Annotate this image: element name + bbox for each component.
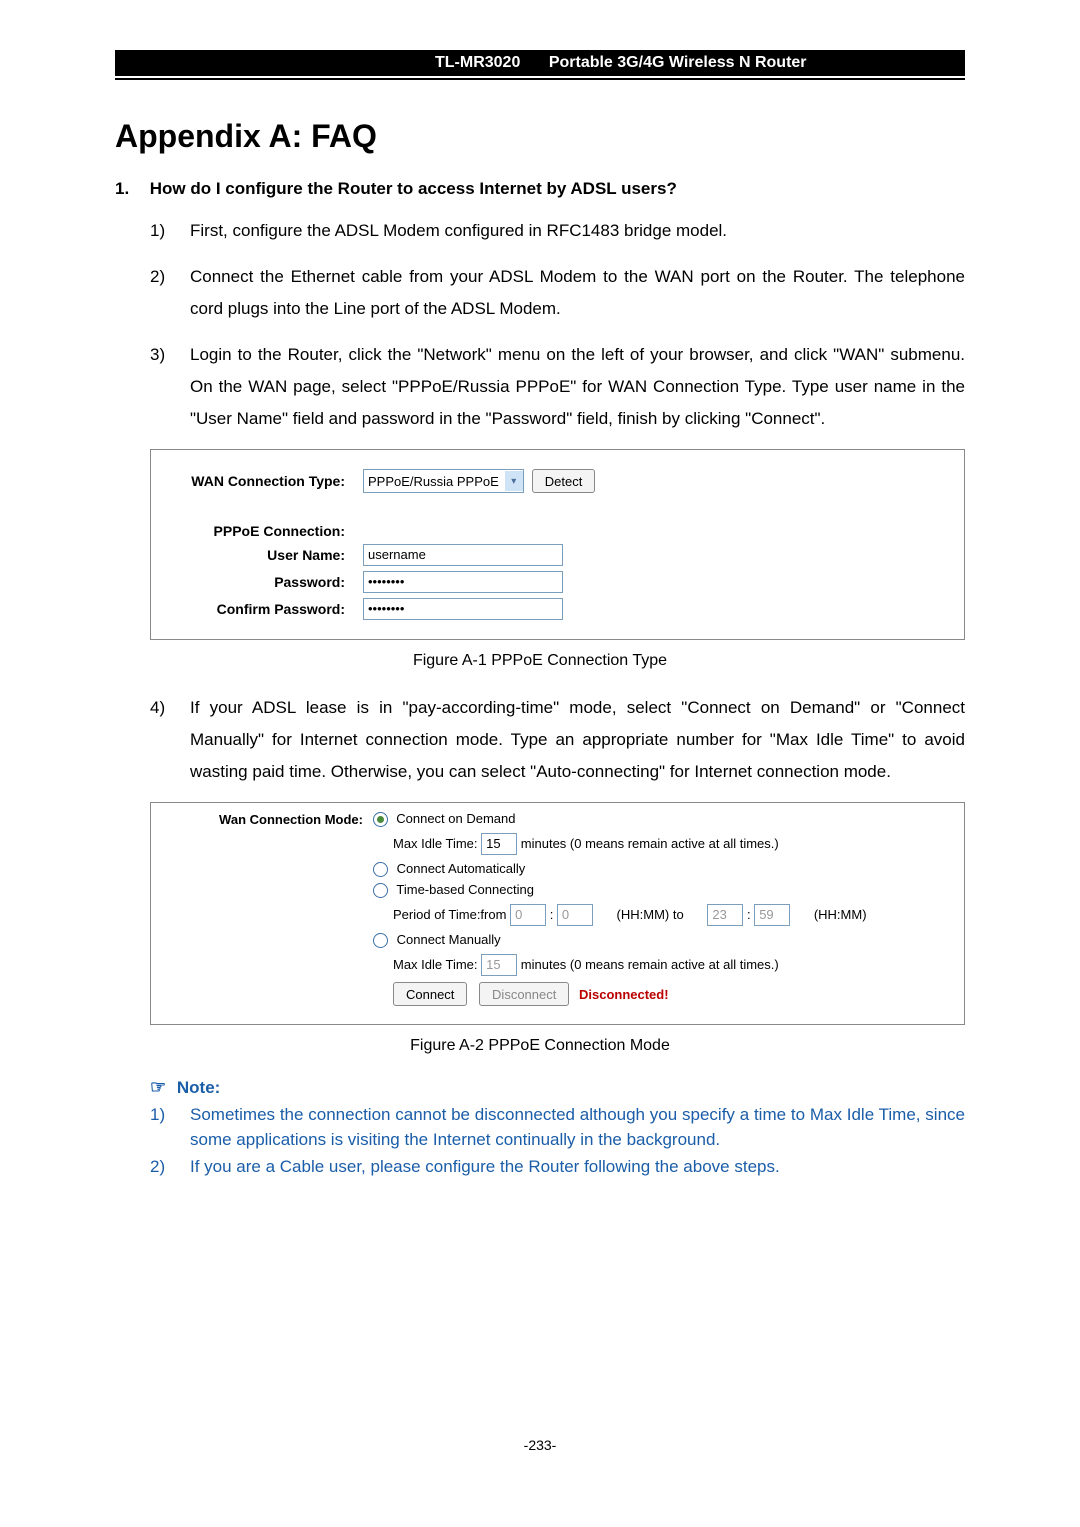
username-label: User Name: (167, 547, 363, 563)
figure-a2-box: Wan Connection Mode: Connect on Demand M… (150, 802, 965, 1025)
step-4: If your ADSL lease is in "pay-according-… (150, 692, 965, 788)
radio-connect-manual[interactable] (373, 933, 388, 948)
page-title: Appendix A: FAQ (115, 118, 965, 155)
wan-type-value: PPPoE/Russia PPPoE (368, 474, 499, 489)
username-input[interactable]: username (363, 544, 563, 566)
model-code: TL-MR3020 (435, 54, 520, 72)
password-input[interactable]: •••••••• (363, 571, 563, 593)
step-3: Login to the Router, click the "Network"… (150, 339, 965, 435)
max-idle-label-2: Max Idle Time: (393, 957, 478, 972)
connect-button[interactable]: Connect (393, 982, 467, 1006)
radio-time-based[interactable] (373, 883, 388, 898)
opt-connect-manual: Connect Manually (397, 932, 501, 947)
hhmm-to-label: (HH:MM) to (617, 907, 684, 922)
doc-header: TL-MR3020 Portable 3G/4G Wireless N Rout… (115, 50, 965, 76)
period-label: Period of Time:from (393, 907, 506, 922)
opt-connect-demand: Connect on Demand (396, 811, 515, 826)
detect-button[interactable]: Detect (532, 469, 596, 493)
header-rule (115, 78, 965, 80)
model-desc: Portable 3G/4G Wireless N Router (549, 54, 807, 72)
connection-status: Disconnected! (579, 987, 669, 1002)
max-idle-unit-2: minutes (0 means remain active at all ti… (521, 957, 779, 972)
colon-2: : (747, 907, 754, 922)
opt-time-based: Time-based Connecting (396, 882, 534, 897)
hhmm-label: (HH:MM) (814, 907, 867, 922)
note-2: If you are a Cable user, please configur… (150, 1154, 965, 1179)
faq-question-1: 1. How do I configure the Router to acce… (115, 179, 965, 199)
note-heading: ☞ Note: (150, 1077, 965, 1098)
faq-q1-text: How do I configure the Router to access … (150, 179, 677, 198)
colon-1: : (550, 907, 557, 922)
wan-type-select[interactable]: PPPoE/Russia PPPoE ▾ (363, 469, 524, 493)
max-idle-input-2[interactable]: 15 (481, 954, 517, 976)
confirm-password-input[interactable]: •••••••• (363, 598, 563, 620)
max-idle-unit-1: minutes (0 means remain active at all ti… (521, 836, 779, 851)
pppoe-conn-label: PPPoE Connection: (167, 523, 363, 539)
period-from-hour[interactable]: 0 (510, 904, 546, 926)
step-2: Connect the Ethernet cable from your ADS… (150, 261, 965, 325)
password-label: Password: (167, 574, 363, 590)
figure-a2-caption: Figure A-2 PPPoE Connection Mode (115, 1037, 965, 1055)
wan-mode-label: Wan Connection Mode: (163, 812, 369, 827)
period-to-min[interactable]: 59 (754, 904, 790, 926)
confirm-password-label: Confirm Password: (167, 601, 363, 617)
radio-connect-demand[interactable] (373, 812, 388, 827)
step-1: First, configure the ADSL Modem configur… (150, 215, 965, 247)
page-number: -233- (0, 1437, 1080, 1453)
chevron-down-icon: ▾ (505, 471, 523, 491)
figure-a1-box: WAN Connection Type: PPPoE/Russia PPPoE … (150, 449, 965, 640)
note-heading-text: Note: (177, 1078, 220, 1097)
max-idle-label-1: Max Idle Time: (393, 836, 478, 851)
period-to-hour[interactable]: 23 (707, 904, 743, 926)
faq-q1-number: 1. (115, 179, 145, 199)
period-from-min[interactable]: 0 (557, 904, 593, 926)
figure-a1-caption: Figure A-1 PPPoE Connection Type (115, 652, 965, 670)
disconnect-button[interactable]: Disconnect (479, 982, 569, 1006)
radio-connect-auto[interactable] (373, 862, 388, 877)
wan-type-label: WAN Connection Type: (167, 473, 363, 489)
opt-connect-auto: Connect Automatically (397, 861, 526, 876)
max-idle-input-1[interactable]: 15 (481, 833, 517, 855)
note-1: Sometimes the connection cannot be disco… (150, 1102, 965, 1152)
pointing-hand-icon: ☞ (150, 1077, 166, 1097)
